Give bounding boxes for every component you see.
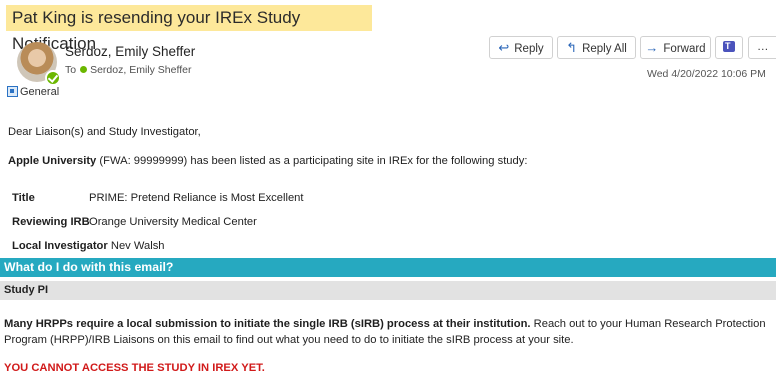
reply-icon: ↩ (498, 40, 510, 55)
presence-available-icon (45, 70, 61, 86)
study-title-row: Title PRIME: Pretend Reliance is Most Exc… (12, 192, 304, 204)
forward-label: Forward (663, 43, 706, 55)
intro-paragraph: Apple University (FWA: 99999999) has bee… (8, 155, 527, 167)
info-value: Orange University Medical Center (89, 216, 257, 228)
category-label: General (20, 86, 60, 98)
greeting: Dear Liaison(s) and Study Investigator, (8, 126, 201, 138)
reply-button[interactable]: ↩ Reply (489, 36, 553, 59)
teams-icon (723, 36, 735, 57)
instructions-bold: Many HRPPs require a local submission to… (4, 318, 531, 330)
email-header: Serdoz, Emily Sheffer To Serdoz, Emily Sh… (0, 36, 776, 106)
local-investigator-row: Local Investigator Nev Walsh (12, 240, 165, 252)
info-label: Local Investigator (12, 240, 108, 252)
subsection-heading: Study PI (0, 281, 776, 300)
sender-name[interactable]: Serdoz, Emily Sheffer (65, 44, 195, 59)
section-heading: What do I do with this email? (0, 258, 776, 277)
instructions-paragraph: Many HRPPs require a local submission to… (4, 316, 774, 348)
more-actions-button[interactable]: … (748, 36, 776, 59)
reply-all-label: Reply All (582, 43, 627, 55)
email-subject: Pat King is resending your IREx Study No… (6, 5, 372, 53)
institution-name: Apple University (8, 155, 97, 167)
forward-button[interactable]: → Forward (640, 36, 711, 59)
reply-all-button[interactable]: ↰ Reply All (557, 36, 636, 59)
recipient-line: To Serdoz, Emily Sheffer (65, 64, 191, 76)
warning-text: YOU CANNOT ACCESS THE STUDY IN IREX YET. (4, 362, 265, 374)
category-icon (7, 86, 18, 97)
category-tag[interactable]: General (7, 86, 59, 98)
reply-label: Reply (514, 43, 544, 55)
presence-dot-icon (80, 66, 88, 73)
sent-date: Wed 4/20/2022 10:06 PM (647, 68, 766, 80)
forward-arrow-icon: → (645, 40, 659, 55)
teams-button[interactable] (715, 36, 743, 59)
info-value: PRIME: Pretend Reliance is Most Excellen… (89, 192, 304, 204)
reviewing-irb-row: Reviewing IRBOrange University Medical C… (12, 216, 257, 228)
reply-all-icon: ↰ (566, 40, 578, 55)
recipient-name[interactable]: Serdoz, Emily Sheffer (90, 64, 191, 76)
info-label: Title (12, 192, 35, 204)
to-label: To (65, 64, 77, 76)
info-label: Reviewing IRB (12, 216, 90, 228)
info-value: Nev Walsh (110, 240, 165, 252)
intro-text: (FWA: 99999999) has been listed as a par… (96, 155, 528, 167)
